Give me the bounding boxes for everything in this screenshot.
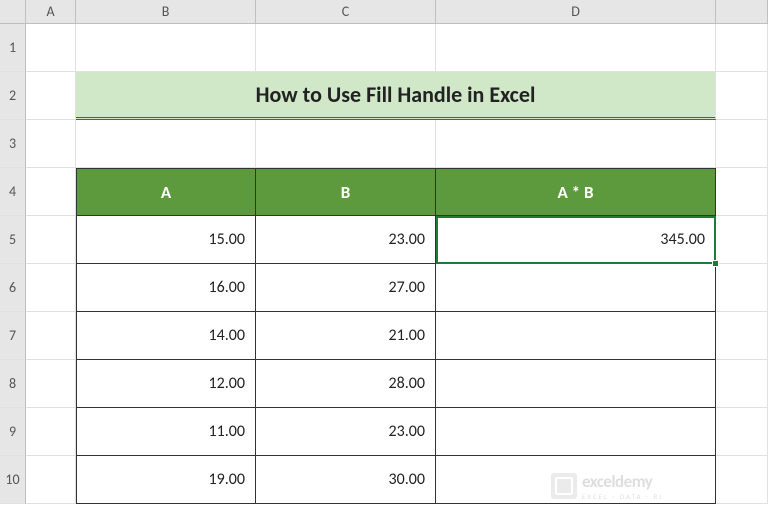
fill-handle[interactable] (712, 260, 719, 267)
cell-d6[interactable] (436, 264, 716, 312)
spreadsheet-grid: A B C D 1 2 How to Use Fill Handle in Ex… (0, 0, 768, 504)
cell-a1[interactable] (26, 24, 76, 72)
col-header-d[interactable]: D (436, 0, 716, 24)
cell-c5[interactable]: 23.00 (256, 216, 436, 264)
watermark: exceldemy EXCEL · DATA · BI (551, 471, 663, 501)
cell-e10[interactable] (716, 456, 768, 504)
row-header-3[interactable]: 3 (0, 120, 26, 168)
cell-e1[interactable] (716, 24, 768, 72)
col-header-a[interactable]: A (26, 0, 76, 24)
cell-d7[interactable] (436, 312, 716, 360)
watermark-icon (551, 473, 577, 499)
watermark-main: exceldemy (582, 471, 663, 492)
cell-d9[interactable] (436, 408, 716, 456)
row-header-4[interactable]: 4 (0, 168, 26, 216)
cell-a6[interactable] (26, 264, 76, 312)
cell-b9[interactable]: 11.00 (76, 408, 256, 456)
cell-a8[interactable] (26, 360, 76, 408)
cell-c9[interactable]: 23.00 (256, 408, 436, 456)
cell-b5[interactable]: 15.00 (76, 216, 256, 264)
title-cell[interactable]: How to Use Fill Handle in Excel (76, 72, 716, 120)
row-header-7[interactable]: 7 (0, 312, 26, 360)
cell-c7[interactable]: 21.00 (256, 312, 436, 360)
table-header-ab[interactable]: A * B (436, 168, 716, 216)
cell-c3[interactable] (256, 120, 436, 168)
cell-e8[interactable] (716, 360, 768, 408)
cell-c8[interactable]: 28.00 (256, 360, 436, 408)
cell-b8[interactable]: 12.00 (76, 360, 256, 408)
cell-a3[interactable] (26, 120, 76, 168)
cell-e2[interactable] (716, 72, 768, 120)
cell-e5[interactable] (716, 216, 768, 264)
cell-b6[interactable]: 16.00 (76, 264, 256, 312)
cell-b3[interactable] (76, 120, 256, 168)
select-all-corner[interactable] (0, 0, 26, 24)
row-header-6[interactable]: 6 (0, 264, 26, 312)
cell-e4[interactable] (716, 168, 768, 216)
cell-a5[interactable] (26, 216, 76, 264)
col-header-end (716, 0, 768, 24)
col-header-c[interactable]: C (256, 0, 436, 24)
cell-e9[interactable] (716, 408, 768, 456)
table-header-a[interactable]: A (76, 168, 256, 216)
cell-e7[interactable] (716, 312, 768, 360)
row-header-5[interactable]: 5 (0, 216, 26, 264)
cell-c1[interactable] (256, 24, 436, 72)
row-header-8[interactable]: 8 (0, 360, 26, 408)
cell-d1[interactable] (436, 24, 716, 72)
cell-b1[interactable] (76, 24, 256, 72)
cell-e6[interactable] (716, 264, 768, 312)
row-header-1[interactable]: 1 (0, 24, 26, 72)
row-header-2[interactable]: 2 (0, 72, 26, 120)
cell-e3[interactable] (716, 120, 768, 168)
cell-a10[interactable] (26, 456, 76, 504)
cell-value: 345.00 (660, 230, 705, 249)
col-header-b[interactable]: B (76, 0, 256, 24)
row-header-9[interactable]: 9 (0, 408, 26, 456)
cell-d8[interactable] (436, 360, 716, 408)
table-header-b[interactable]: B (256, 168, 436, 216)
cell-a2[interactable] (26, 72, 76, 120)
cell-b10[interactable]: 19.00 (76, 456, 256, 504)
cell-d5-selected[interactable]: 345.00 (436, 216, 716, 264)
cell-a7[interactable] (26, 312, 76, 360)
watermark-text: exceldemy EXCEL · DATA · BI (582, 471, 663, 501)
cell-c10[interactable]: 30.00 (256, 456, 436, 504)
cell-b7[interactable]: 14.00 (76, 312, 256, 360)
cell-a4[interactable] (26, 168, 76, 216)
watermark-sub: EXCEL · DATA · BI (582, 492, 663, 501)
cell-d3[interactable] (436, 120, 716, 168)
cell-a9[interactable] (26, 408, 76, 456)
row-header-10[interactable]: 10 (0, 456, 26, 504)
cell-c6[interactable]: 27.00 (256, 264, 436, 312)
